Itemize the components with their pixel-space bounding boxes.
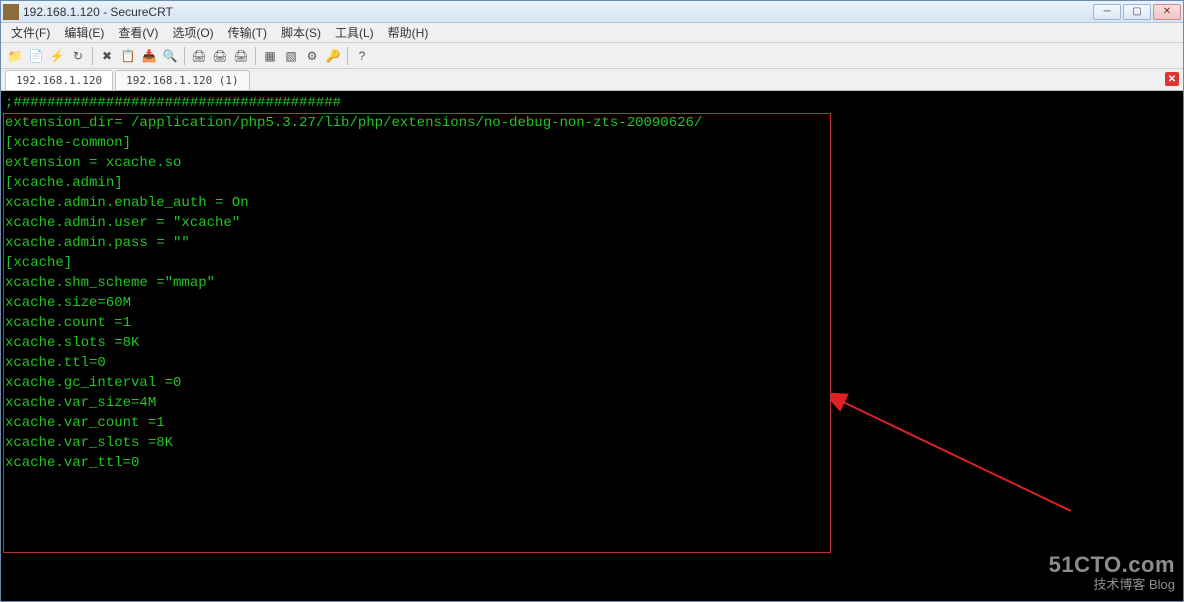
cascade-icon[interactable]: ▧	[281, 46, 301, 66]
toolbar-separator	[347, 47, 348, 65]
tile-icon[interactable]: ▦	[260, 46, 280, 66]
menu-view[interactable]: 查看(V)	[112, 22, 164, 43]
minimize-button[interactable]: ─	[1093, 4, 1121, 20]
terminal-line: xcache.var_ttl=0	[5, 453, 1179, 473]
tab-label: 192.168.1.120 (1)	[126, 74, 239, 87]
tab-label: 192.168.1.120	[16, 74, 102, 87]
find-icon[interactable]: 🔍	[160, 46, 180, 66]
printer-icon[interactable]: 🖨	[210, 46, 230, 66]
maximize-button[interactable]: ▢	[1123, 4, 1151, 20]
app-icon	[3, 4, 19, 20]
toolbar-separator	[184, 47, 185, 65]
folder-icon[interactable]: 📁	[5, 46, 25, 66]
menu-help[interactable]: 帮助(H)	[382, 22, 435, 43]
terminal-line: xcache.var_size=4M	[5, 393, 1179, 413]
close-icon[interactable]: ✕	[1165, 72, 1179, 86]
terminal-line: xcache.size=60M	[5, 293, 1179, 313]
properties-icon[interactable]: ⚙	[302, 46, 322, 66]
terminal-line: [xcache]	[5, 253, 1179, 273]
terminal-line: xcache.admin.pass = ""	[5, 233, 1179, 253]
terminal-line: xcache.slots =8K	[5, 333, 1179, 353]
terminal-line: [xcache-common]	[5, 133, 1179, 153]
disconnect-icon[interactable]: ✖	[97, 46, 117, 66]
toolbar: 📁 📄 ⚡ ↻ ✖ 📋 📥 🔍 🖨 🖨 🖨 ▦ ▧ ⚙ 🔑 ?	[1, 43, 1183, 69]
key-icon[interactable]: 🔑	[323, 46, 343, 66]
terminal-line: ;#######################################	[5, 93, 1179, 113]
menu-file[interactable]: 文件(F)	[5, 22, 56, 43]
window-title: 192.168.1.120 - SecureCRT	[23, 5, 1093, 19]
tab-session-1[interactable]: 192.168.1.120	[5, 70, 113, 90]
paste-icon[interactable]: 📥	[139, 46, 159, 66]
tabbar: 192.168.1.120 192.168.1.120 (1) ✕	[1, 69, 1183, 91]
window-controls: ─ ▢ ✕	[1093, 4, 1181, 20]
toolbar-separator	[92, 47, 93, 65]
app-window: 192.168.1.120 - SecureCRT ─ ▢ ✕ 文件(F) 编辑…	[0, 0, 1184, 602]
terminal-line: xcache.admin.user = "xcache"	[5, 213, 1179, 233]
watermark: 51CTO.com 技术博客 Blog	[1049, 555, 1175, 595]
copy-icon[interactable]: 📋	[118, 46, 138, 66]
menu-tools[interactable]: 工具(L)	[329, 22, 380, 43]
sessions-icon[interactable]: 📄	[26, 46, 46, 66]
help-icon[interactable]: ?	[352, 46, 372, 66]
terminal-line: xcache.var_count =1	[5, 413, 1179, 433]
terminal-line: xcache.shm_scheme ="mmap"	[5, 273, 1179, 293]
terminal[interactable]: ;#######################################…	[1, 91, 1183, 601]
terminal-line: [xcache.admin]	[5, 173, 1179, 193]
menu-edit[interactable]: 编辑(E)	[58, 22, 110, 43]
terminal-line: xcache.var_slots =8K	[5, 433, 1179, 453]
menu-script[interactable]: 脚本(S)	[275, 22, 327, 43]
close-button[interactable]: ✕	[1153, 4, 1181, 20]
titlebar: 192.168.1.120 - SecureCRT ─ ▢ ✕	[1, 1, 1183, 23]
menu-transfer[interactable]: 传输(T)	[222, 22, 273, 43]
tab-session-2[interactable]: 192.168.1.120 (1)	[115, 70, 250, 90]
terminal-line: extension = xcache.so	[5, 153, 1179, 173]
terminal-line: xcache.admin.enable_auth = On	[5, 193, 1179, 213]
watermark-line2: 技术博客 Blog	[1049, 575, 1175, 595]
terminal-line: xcache.gc_interval =0	[5, 373, 1179, 393]
print-icon[interactable]: 🖨	[189, 46, 209, 66]
printer2-icon[interactable]: 🖨	[231, 46, 251, 66]
terminal-line: extension_dir= /application/php5.3.27/li…	[5, 113, 1179, 133]
reconnect-icon[interactable]: ↻	[68, 46, 88, 66]
menubar: 文件(F) 编辑(E) 查看(V) 选项(O) 传输(T) 脚本(S) 工具(L…	[1, 23, 1183, 43]
quick-icon[interactable]: ⚡	[47, 46, 67, 66]
watermark-line1: 51CTO.com	[1049, 555, 1175, 575]
terminal-line: xcache.count =1	[5, 313, 1179, 333]
terminal-line: xcache.ttl=0	[5, 353, 1179, 373]
toolbar-separator	[255, 47, 256, 65]
menu-options[interactable]: 选项(O)	[166, 22, 219, 43]
